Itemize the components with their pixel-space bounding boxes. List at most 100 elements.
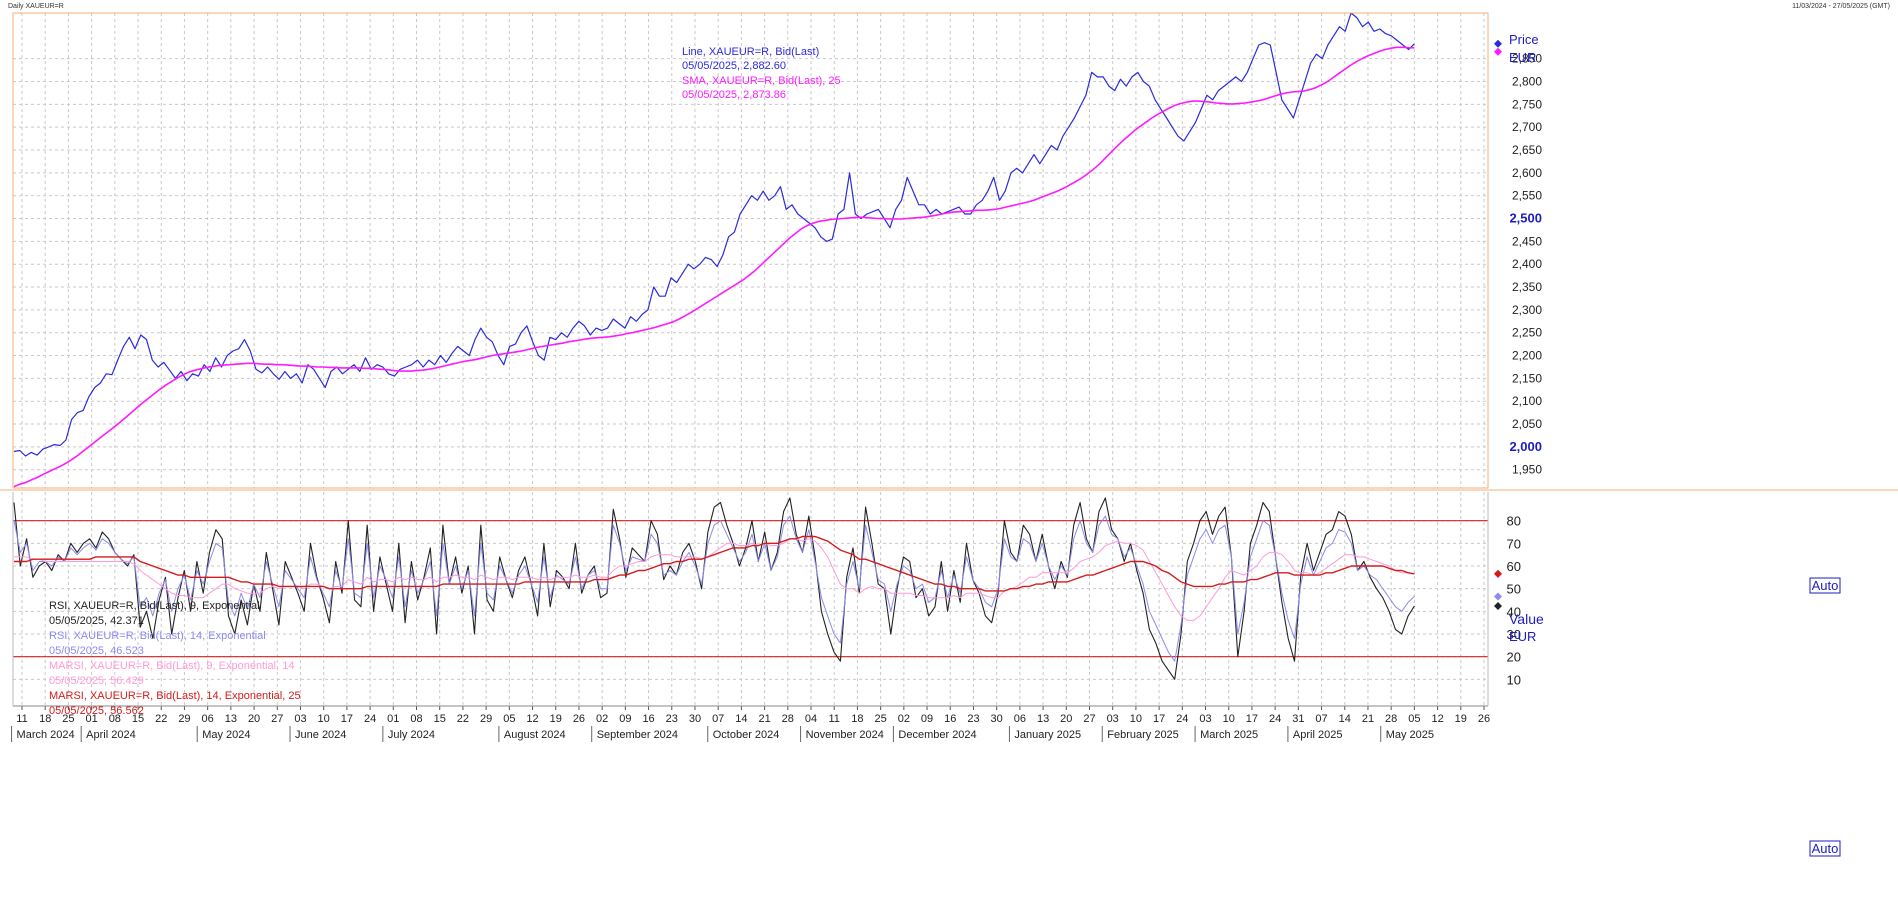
x-day-label: 30 — [991, 713, 1003, 725]
rsi-auto-button[interactable]: Auto — [1809, 840, 1841, 857]
x-month-label: September 2024 — [597, 729, 678, 741]
legends: Line, XAUEUR=R, Bid(Last) 05/05/2025, 2,8… — [49, 46, 841, 717]
rsi-legend-value: 05/05/2025, 46.523 — [49, 645, 144, 657]
price-auto-button[interactable]: Auto — [1809, 577, 1841, 594]
chart-canvas[interactable]: 11 18 25 01 08 15 22 29 06 13 20 27 03 10 17 24 01 08 15 22… — [0, 0, 1898, 909]
x-day-label: 10 — [1130, 713, 1142, 725]
x-day-label: 03 — [1199, 713, 1211, 725]
x-day-label: 29 — [178, 713, 190, 725]
x-day-label: 20 — [1060, 713, 1072, 725]
x-day-label: 02 — [596, 713, 608, 725]
x-month-label: April 2025 — [1293, 729, 1343, 741]
rsi-last-marker — [1494, 592, 1502, 601]
price-y-tick-label: 2,750 — [1512, 97, 1542, 111]
sma-last-marker — [1494, 47, 1502, 56]
rsi-y-tick-label: 60 — [1507, 559, 1521, 574]
x-day-label: 05 — [503, 713, 515, 725]
x-day-label: 24 — [1269, 713, 1281, 725]
x-day-label: 01 — [387, 713, 399, 725]
x-day-label: 30 — [689, 713, 701, 725]
price-legend-value: 05/05/2025, 2,873.86 — [682, 89, 786, 101]
x-day-label: 27 — [1083, 713, 1095, 725]
price-y-tick-label: 2,450 — [1512, 234, 1542, 248]
x-day-label: 16 — [944, 713, 956, 725]
x-day-label: 20 — [248, 713, 260, 725]
x-month-label: March 2025 — [1200, 729, 1258, 741]
x-month-label: February 2025 — [1107, 729, 1179, 741]
x-day-label: 14 — [735, 713, 747, 725]
price-y-tick-label: 2,800 — [1512, 75, 1542, 89]
price-y-tick-label: 2,550 — [1512, 189, 1542, 203]
price-y-tick-label: 2,600 — [1512, 166, 1542, 180]
price-legend-label: SMA, XAUEUR=R, Bid(Last), 25 — [682, 75, 841, 87]
x-day-label: 28 — [1385, 713, 1397, 725]
rsi-last-marker — [1494, 601, 1502, 610]
rsi-legend-label: MARSI, XAUEUR=R, Bid(Last), 9, Exponenti… — [49, 660, 294, 672]
x-day-label: 22 — [457, 713, 469, 725]
x-day-label: 13 — [225, 713, 237, 725]
price-legend-label: Line, XAUEUR=R, Bid(Last) — [682, 46, 819, 58]
rsi-legend-label: MARSI, XAUEUR=R, Bid(Last), 14, Exponent… — [49, 690, 301, 702]
x-day-label: 31 — [1292, 713, 1304, 725]
x-month-label: October 2024 — [713, 729, 780, 741]
rsi-y-tick-label: 70 — [1507, 536, 1521, 551]
x-month-label: May 2024 — [202, 729, 250, 741]
x-day-label: 29 — [480, 713, 492, 725]
x-day-label: 23 — [666, 713, 678, 725]
price-axis-title: Price — [1509, 32, 1539, 47]
x-day-label: 06 — [202, 713, 214, 725]
rsi-legend-value: 05/05/2025, 56.562 — [49, 705, 144, 717]
x-month-label: July 2024 — [388, 729, 435, 741]
price-axis-unit: EUR — [1509, 50, 1536, 65]
price-last-marker — [1494, 39, 1502, 48]
price-y-tick-label: 2,400 — [1512, 257, 1542, 271]
x-day-label: 26 — [1478, 713, 1490, 725]
price-y-tick-label: 2,000 — [1509, 439, 1542, 454]
x-day-label: 10 — [318, 713, 330, 725]
x-month-label: January 2025 — [1014, 729, 1081, 741]
x-day-label: 21 — [1362, 713, 1374, 725]
price-y-tick-label: 2,150 — [1512, 371, 1542, 385]
x-day-label: 21 — [758, 713, 770, 725]
x-day-label: 05 — [1408, 713, 1420, 725]
price-y-tick-label: 2,700 — [1512, 120, 1542, 134]
x-day-label: 12 — [1431, 713, 1443, 725]
price-y-tick-label: 2,200 — [1512, 349, 1542, 363]
x-day-label: 02 — [898, 713, 910, 725]
price-y-tick-label: 2,300 — [1512, 303, 1542, 317]
rsi-y-tick-label: 80 — [1507, 514, 1521, 529]
x-day-label: 03 — [294, 713, 306, 725]
rsi-y-tick-label: 10 — [1507, 672, 1521, 687]
price-y-tick-label: 2,100 — [1512, 394, 1542, 408]
sma-line-series — [13, 46, 1415, 488]
x-day-label: 24 — [364, 713, 376, 725]
rsi-grid — [13, 492, 1488, 706]
x-month-label: April 2024 — [86, 729, 136, 741]
x-day-label: 09 — [921, 713, 933, 725]
x-month-label: August 2024 — [504, 729, 566, 741]
x-day-label: 27 — [271, 713, 283, 725]
x-month-label: June 2024 — [295, 729, 346, 741]
rsi-last-marker — [1494, 569, 1502, 578]
rsi-axis-unit: EUR — [1509, 629, 1536, 644]
price-y-tick-label: 2,250 — [1512, 326, 1542, 340]
x-day-label: 11 — [16, 713, 27, 725]
price-y-tick-label: 2,350 — [1512, 280, 1542, 294]
x-month-label: March 2024 — [17, 729, 75, 741]
price-y-tick-label: 2,650 — [1512, 143, 1542, 157]
x-day-label: 19 — [1455, 713, 1467, 725]
rsi-y-tick-label: 50 — [1507, 582, 1521, 597]
x-day-label: 17 — [341, 713, 353, 725]
x-day-label: 16 — [642, 713, 654, 725]
x-day-label: 18 — [851, 713, 863, 725]
x-day-label: 19 — [550, 713, 562, 725]
x-day-label: 06 — [1014, 713, 1026, 725]
price-legend-value: 05/05/2025, 2,882.60 — [682, 60, 786, 72]
rsi-legend-label: RSI, XAUEUR=R, Bid(Last), 9, Exponential — [49, 600, 260, 612]
x-day-label: 15 — [434, 713, 446, 725]
x-day-label: 23 — [967, 713, 979, 725]
x-month-label: December 2024 — [898, 729, 976, 741]
rsi-axis-title: Value — [1509, 611, 1544, 627]
x-day-label: 09 — [619, 713, 631, 725]
price-y-tick-label: 2,500 — [1509, 211, 1542, 226]
